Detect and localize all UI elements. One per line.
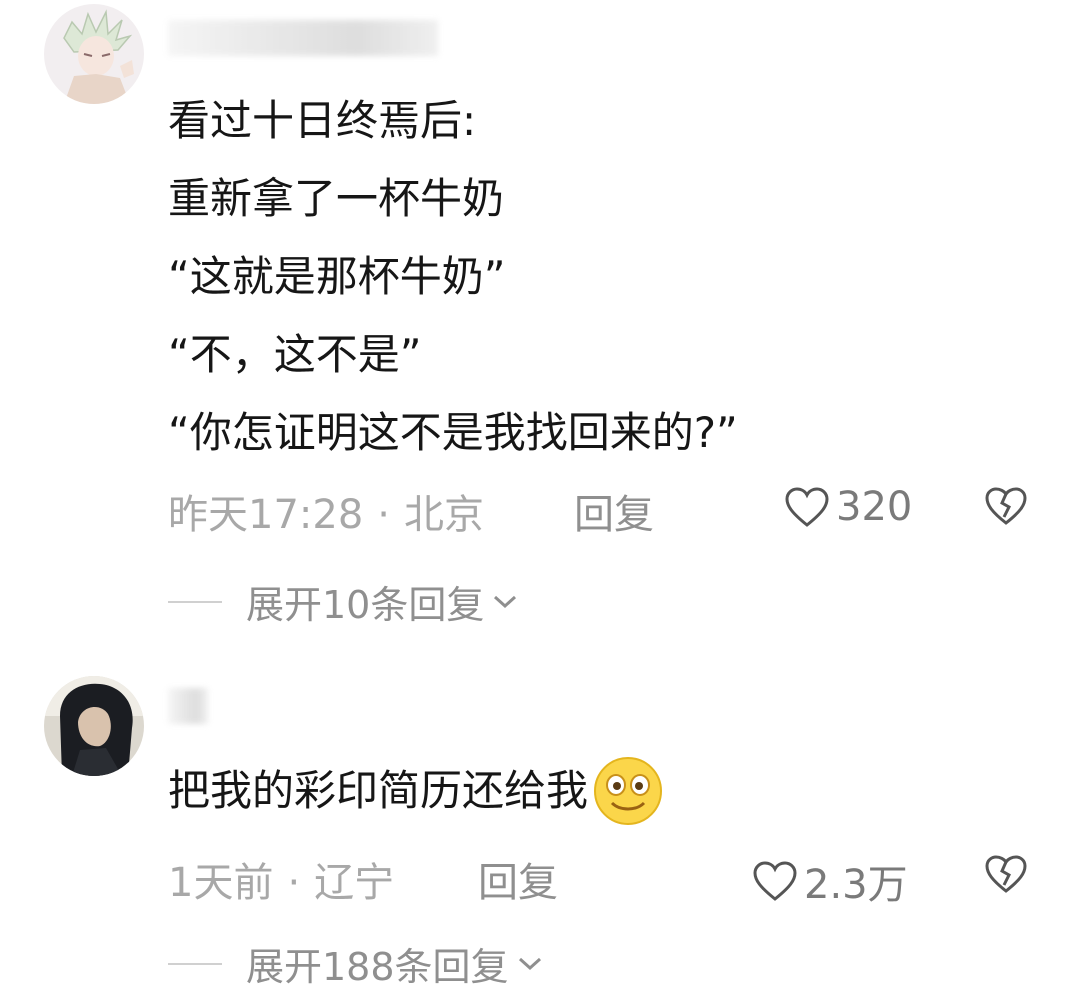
meta-separator: · [377,492,390,538]
comment-time: 1天前 [168,860,274,906]
dislike-button[interactable] [984,854,1028,898]
comment-meta: 昨天17:28 · 北京 [168,482,484,540]
chevron-down-icon [494,595,517,608]
expand-replies-button[interactable]: 展开10条回复 [168,574,518,629]
comment-line: “你怎证明这不是我找回来的?” [168,408,738,457]
comment-line: 把我的彩印简历还给我 [168,752,666,830]
expand-replies-button[interactable]: 展开188条回复 [168,936,543,991]
broken-heart-icon [985,855,1027,893]
dislike-button[interactable] [984,486,1028,530]
username-blurred [168,688,208,724]
meta-separator: · [287,860,301,906]
divider-dash [168,600,222,603]
comment-line: 重新拿了一杯牛奶 [168,174,505,223]
comment-location: 北京 [404,492,484,538]
smile-emoji-icon [594,757,663,825]
avatar[interactable] [44,4,144,104]
comment-meta: 1天前 · 辽宁 [168,850,394,908]
reply-button[interactable]: 回复 [574,482,654,540]
like-count: 2.3万 [804,862,908,908]
username-blurred [168,20,438,56]
comment-location: 辽宁 [314,860,395,906]
comment-time: 昨天17:28 [168,492,364,538]
anime-avatar-image [44,4,144,104]
comment-line: “这就是那杯牛奶” [168,252,506,301]
comment-line: “不，这不是” [168,330,422,379]
like-button[interactable]: 320 [784,484,912,530]
divider-dash [168,962,222,965]
avatar[interactable] [44,676,144,776]
broken-heart-icon [985,487,1027,525]
reply-button[interactable]: 回复 [478,850,558,908]
heart-outline-icon [753,861,797,901]
comment-text: 把我的彩印简历还给我 [168,752,666,830]
heart-outline-icon [785,487,829,527]
photo-avatar-image [44,676,144,776]
like-count: 320 [836,484,913,530]
like-button[interactable]: 2.3万 [752,852,908,910]
comment-line: 看过十日终焉后: [168,96,477,145]
expand-replies-label: 展开10条回复 [246,583,485,627]
chevron-down-icon [518,957,541,970]
expand-replies-label: 展开188条回复 [246,945,509,989]
comment-text: 看过十日终焉后: 重新拿了一杯牛奶 “这就是那杯牛奶” “不，这不是” “你怎证… [168,82,738,472]
comment-line-text: 把我的彩印简历还给我 [168,766,589,815]
